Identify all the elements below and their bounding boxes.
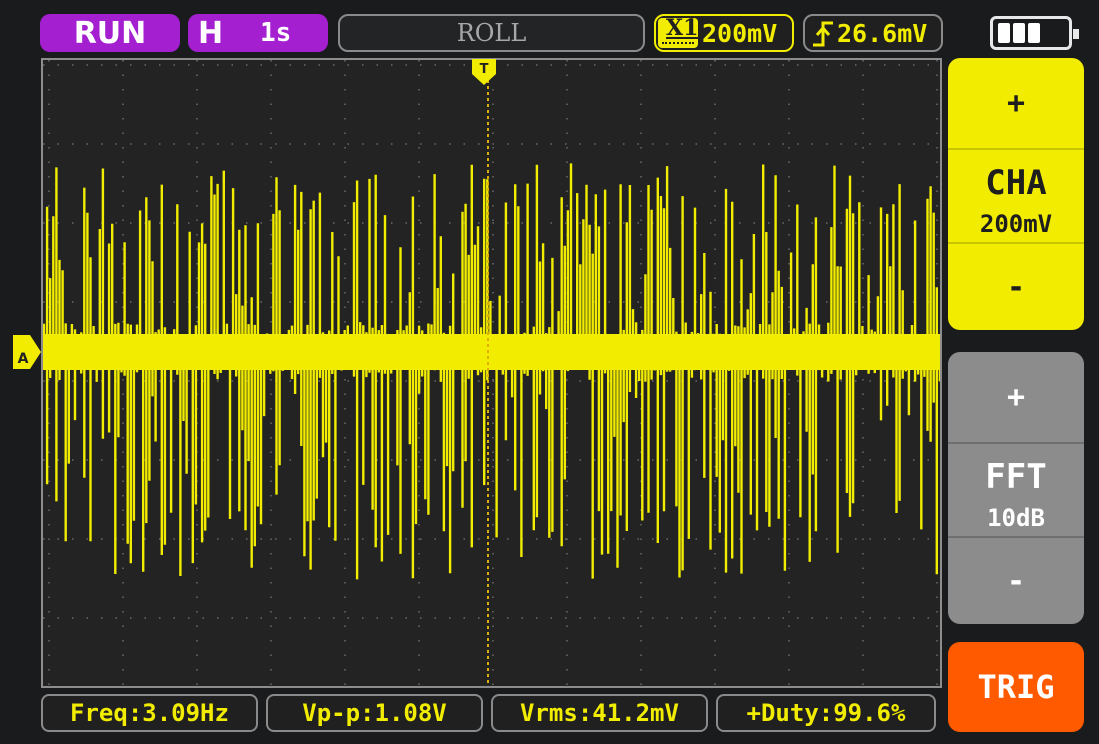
plus-label: +: [1006, 85, 1026, 121]
fft-panel: + FFT 10dB -: [948, 352, 1084, 624]
fft-scale-value: 10dB: [987, 504, 1045, 532]
channel-name: CHA: [985, 163, 1047, 203]
timebase-indicator[interactable]: H 1s: [188, 14, 328, 52]
battery-icon: [990, 16, 1079, 50]
measurement-frequency[interactable]: Freq:3.09Hz: [41, 694, 258, 732]
waveform-plot: [43, 60, 940, 686]
trig-label: TRIG: [977, 668, 1055, 706]
probe-label: X1: [666, 15, 699, 41]
channel-a-marker[interactable]: A: [12, 334, 42, 370]
channel-a-panel: + CHA 200mV -: [948, 58, 1084, 330]
signal-band: [43, 334, 940, 370]
trigger-level-value: 26.6mV: [837, 19, 928, 48]
vertical-scale-indicator[interactable]: X1 200mV: [654, 14, 794, 52]
status-bar: RUN H 1s ROLL X1 200mV 26.6mV: [0, 0, 1099, 58]
run-label: RUN: [73, 15, 147, 51]
plus-label: +: [1006, 379, 1026, 415]
rising-edge-icon: [813, 21, 833, 47]
fft-increase-button[interactable]: +: [948, 352, 1084, 442]
minus-label: -: [1006, 563, 1026, 599]
fft-decrease-button[interactable]: -: [948, 538, 1084, 624]
vertical-scale-value: 200mV: [702, 19, 778, 48]
trig-button[interactable]: TRIG: [948, 642, 1084, 732]
horizontal-label: H: [198, 15, 224, 51]
channel-marker-label: A: [18, 351, 29, 367]
run-stop-button[interactable]: RUN: [40, 14, 180, 52]
probe-coupling-icon: X1: [658, 15, 699, 48]
measurement-vrms[interactable]: Vrms:41.2mV: [491, 694, 708, 732]
measurement-vpp[interactable]: Vp-p:1.08V: [266, 694, 483, 732]
waveform-display[interactable]: [41, 58, 942, 688]
trigger-position-marker[interactable]: T: [471, 58, 497, 86]
channel-scale-decrease-button[interactable]: -: [948, 244, 1084, 330]
measurement-label: Vrms:41.2mV: [520, 699, 679, 727]
trigger-marker-label: T: [480, 62, 489, 77]
fft-name: FFT: [985, 457, 1047, 497]
measurement-label: Vp-p:1.08V: [302, 699, 447, 727]
timebase-value: 1s: [260, 18, 292, 48]
signal-trace: [43, 163, 940, 580]
measurement-duty[interactable]: +Duty:99.6%: [716, 694, 936, 732]
channel-scale-value: 200mV: [979, 210, 1053, 238]
minus-label: -: [1006, 269, 1026, 305]
acquisition-mode: ROLL: [338, 14, 645, 52]
measurement-label: Freq:3.09Hz: [70, 699, 229, 727]
mode-label: ROLL: [456, 19, 527, 47]
channel-scale-increase-button[interactable]: +: [948, 58, 1084, 148]
measurement-label: +Duty:99.6%: [746, 699, 906, 727]
trigger-level-indicator[interactable]: 26.6mV: [803, 14, 943, 52]
